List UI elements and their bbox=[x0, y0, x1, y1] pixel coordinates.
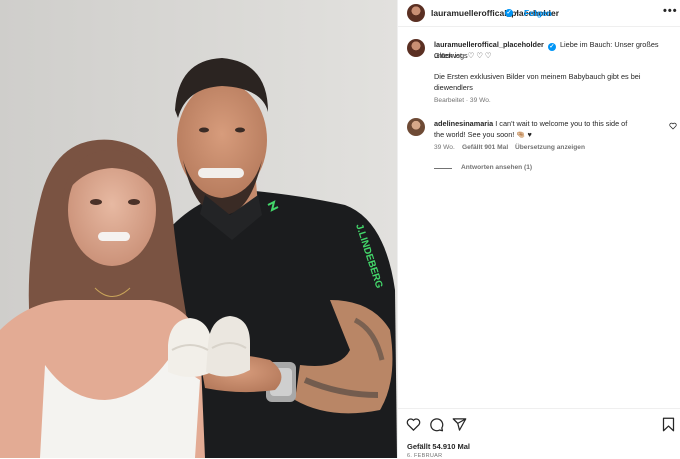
verified-icon: ✓ bbox=[547, 43, 556, 51]
comment-time: 39 Wo. bbox=[434, 144, 455, 151]
caption-line-4: diewendlers bbox=[434, 83, 473, 92]
post-footer: Gefällt 54.910 Mal 6. FEBRUAR bbox=[398, 408, 680, 459]
bookmark-icon[interactable] bbox=[662, 417, 675, 432]
comment-line-1: I can't wait to welcome you to this side… bbox=[495, 119, 628, 128]
separator-dot: • bbox=[516, 8, 519, 17]
comment-likes[interactable]: Gefällt 901 Mal bbox=[462, 144, 508, 151]
post-details-panel: lauramuelleroffical_placeholder ✓ • Folg… bbox=[397, 0, 680, 459]
caption-username[interactable]: lauramuelleroffical_placeholder bbox=[434, 40, 544, 49]
view-replies-link[interactable]: Antworten ansehen (1) bbox=[461, 164, 532, 171]
caption-avatar[interactable] bbox=[407, 39, 425, 57]
replies-divider bbox=[434, 168, 452, 169]
share-icon[interactable] bbox=[452, 417, 467, 432]
translate-link[interactable]: Übersetzung anzeigen bbox=[515, 144, 585, 151]
caption-edited-time: Bearbeitet · 39 Wo. bbox=[434, 97, 491, 104]
verified-icon: ✓ bbox=[505, 9, 513, 17]
follow-button[interactable]: Folgen bbox=[524, 8, 552, 18]
comment-avatar[interactable] bbox=[407, 118, 425, 136]
post-likes-count[interactable]: Gefällt 54.910 Mal bbox=[407, 442, 470, 451]
comment-line-2: the world! See you soon! 🤏🏼 ♥ bbox=[434, 130, 532, 139]
comment-like-heart-icon[interactable] bbox=[669, 122, 677, 130]
post-date[interactable]: 6. FEBRUAR bbox=[407, 453, 442, 459]
avatar[interactable] bbox=[407, 4, 425, 22]
heart-icon[interactable] bbox=[406, 417, 421, 432]
comment-text: adelinesinamaria I can't wait to welcome… bbox=[434, 118, 654, 129]
comment-icon[interactable] bbox=[429, 417, 444, 432]
caption-line-3: Die Ersten exklusiven Bilder von meinem … bbox=[434, 72, 641, 81]
comment-username[interactable]: adelinesinamaria bbox=[434, 119, 493, 128]
post-header: lauramuelleroffical_placeholder ✓ • Folg… bbox=[398, 0, 680, 27]
post-image[interactable]: J.LINDEBERG bbox=[0, 0, 397, 458]
more-options-icon[interactable]: ••• bbox=[663, 5, 678, 17]
caption-line-2: unterwegs♡ ♡ ♡ bbox=[434, 51, 492, 60]
